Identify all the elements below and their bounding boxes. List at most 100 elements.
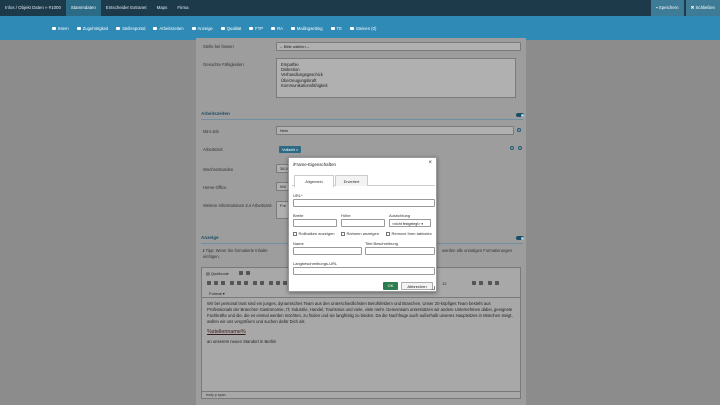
rahmen-checkbox[interactable]: Rahmen anzeigen	[341, 231, 379, 236]
fullscreen-icon[interactable]	[488, 281, 492, 285]
gear-icon[interactable]	[510, 146, 514, 150]
text-color-icon[interactable]	[472, 281, 476, 285]
iframe-properties-dialog: iFrame-Eigenschaften × Allgemein Erweite…	[288, 157, 437, 292]
tab-stammdaten[interactable]: Stammdaten	[65, 0, 101, 16]
source-button[interactable]: ▤ Quellcode	[206, 271, 229, 276]
minijob-label: Mini-Job	[203, 129, 219, 134]
toggle-icon	[52, 26, 56, 30]
breite-label: Breite	[293, 213, 304, 218]
section-arbeitszeiten: Arbeitszeiten	[201, 111, 230, 116]
tab-firma[interactable]: Firma	[172, 0, 193, 16]
italic-icon[interactable]	[237, 281, 241, 285]
name-label: Name	[293, 241, 304, 246]
bold-icon[interactable]	[230, 281, 234, 285]
titel-label: Titel Beschreibung	[365, 241, 398, 246]
format-select[interactable]: Format ▾	[209, 291, 225, 296]
tab-erweitert[interactable]: Erweitert	[335, 175, 368, 186]
toggle-icon	[330, 26, 335, 30]
copy-icon[interactable]	[214, 281, 218, 285]
subnav-mailingsetting[interactable]: Mailingsetting	[287, 26, 327, 31]
cut-icon[interactable]	[207, 281, 211, 285]
tabindex-checkbox[interactable]: Remove from tabindex	[386, 231, 432, 236]
arbeitszeit-tag[interactable]: Vollzeit ×	[279, 146, 302, 153]
checkbox-box[interactable]	[341, 231, 345, 236]
toggle-icon	[249, 26, 254, 30]
section-toggle[interactable]	[516, 113, 524, 117]
toggle-icon	[271, 26, 276, 30]
tab-maps[interactable]: Maps	[152, 0, 173, 16]
subnav-anzeige[interactable]: Anzeige	[188, 26, 217, 31]
url-input[interactable]	[293, 199, 435, 207]
ausrichtung-select[interactable]: <nicht festgelegt> ▾	[389, 219, 431, 227]
save-button[interactable]: ▪ Speichern	[651, 0, 684, 16]
rollbalken-checkbox[interactable]: Rollbalken anzeigen	[293, 231, 335, 236]
name-input[interactable]	[293, 247, 362, 255]
tab-infos[interactable]: Infos / Objekt Daten » #1000	[0, 0, 66, 16]
table-icon[interactable]	[276, 281, 280, 285]
breite-input[interactable]	[293, 219, 337, 227]
dialog-title: iFrame-Eigenschaften	[293, 162, 336, 167]
unlink-icon[interactable]	[260, 281, 264, 285]
subnav-ra[interactable]: RA	[267, 26, 287, 31]
section-toggle[interactable]	[516, 236, 524, 240]
section-anzeige: Anzeige	[201, 235, 219, 240]
subnav-steinen[interactable]: Steinen (0)	[346, 26, 380, 31]
subnav-stellenportal[interactable]: Stellenportal	[112, 26, 149, 31]
top-navigation-bar: Infos / Objekt Daten » #1000 Stammdaten …	[0, 0, 720, 16]
titel-input[interactable]	[365, 247, 435, 255]
close-label: Schließen	[695, 5, 715, 10]
help-icon[interactable]	[495, 281, 499, 285]
format-label: Format	[209, 291, 222, 296]
subnav-intern[interactable]: Intern	[48, 26, 73, 31]
tabindex-label: Remove from tabindex	[391, 231, 432, 236]
subnav-ftp[interactable]: FTP	[245, 26, 267, 31]
stelle-label: Stelle bei fassen	[203, 44, 234, 49]
chevron-down-icon: ▾	[421, 221, 424, 226]
link-icon[interactable]	[253, 281, 257, 285]
langbeschreibung-label: Langbeschreibungs-URL	[293, 261, 338, 266]
tab-entscheider-extranet[interactable]: Entscheider Extranet	[101, 0, 152, 16]
underline-icon[interactable]	[244, 281, 248, 285]
editor-body[interactable]: Wir bei personal trust sind ein junges, …	[202, 298, 520, 348]
langbeschreibung-input[interactable]	[293, 267, 435, 275]
gear-icon[interactable]	[518, 146, 522, 150]
tab-allgemein[interactable]: Allgemein	[294, 175, 334, 187]
toggle-icon	[349, 26, 354, 30]
stelle-select[interactable]: -- Bitte wählen --	[276, 42, 521, 51]
ausrichtung-value: <nicht festgelegt>	[392, 221, 421, 226]
paste-icon[interactable]	[221, 281, 225, 285]
undo-icon[interactable]	[239, 271, 243, 275]
subnav-arbeitszeiten[interactable]: Arbeitszeiten	[149, 26, 187, 31]
faehigkeiten-listbox[interactable]: Empathie Diskretion Verhandlungsgeschick…	[276, 58, 516, 98]
close-button[interactable]: ✖ Schließen	[685, 0, 720, 16]
gear-icon[interactable]	[517, 128, 521, 132]
subnav-zugehoerigkeit[interactable]: Zugehörigkeit	[73, 26, 112, 31]
checkbox-box[interactable]	[293, 231, 297, 236]
dialog-close-icon[interactable]: ×	[428, 160, 432, 166]
list-item[interactable]: Kommunikationsfähigkeit	[281, 83, 511, 88]
homeoffice-label: Home-Office	[203, 185, 227, 190]
rahmen-label: Rahmen anzeigen	[346, 231, 379, 236]
ok-button[interactable]: OK	[383, 282, 398, 290]
toggle-icon	[153, 26, 158, 30]
background-color-icon[interactable]	[479, 281, 483, 285]
font-size-select[interactable]: 12	[442, 281, 446, 286]
url-label: URL*	[293, 193, 303, 198]
editor-paragraph: Wir bei personal trust sind ein junges, …	[207, 301, 513, 324]
toggle-icon	[76, 26, 81, 30]
wochenstunden-label: Wochenstunden	[203, 167, 234, 172]
resize-handle[interactable]	[431, 286, 435, 290]
close-icon[interactable]: ×	[296, 147, 298, 152]
minijob-select[interactable]: Nein	[276, 126, 514, 135]
image-icon[interactable]	[269, 281, 273, 285]
redo-icon[interactable]	[246, 271, 250, 275]
iframe-icon[interactable]	[283, 281, 287, 285]
ausrichtung-label: Ausrichtung	[389, 213, 411, 218]
anzeige-hint-text-2: einfügen.	[203, 254, 220, 259]
checkbox-box[interactable]	[386, 231, 390, 236]
cancel-button[interactable]: Abbrechen	[401, 282, 433, 290]
hoehe-input[interactable]	[341, 219, 385, 227]
editor-path: body p span	[202, 391, 520, 398]
subnav-qualitaet[interactable]: Qualität	[217, 26, 245, 31]
subnav-te[interactable]: TE	[327, 26, 346, 31]
